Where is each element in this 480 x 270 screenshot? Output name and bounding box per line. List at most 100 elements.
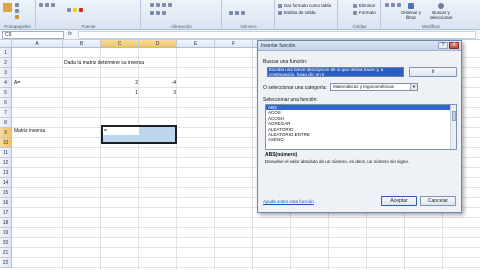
increase-indent-icon[interactable] [156,11,160,15]
help-question-icon[interactable]: ? [438,42,448,49]
table-icon [278,3,282,8]
select-all-corner[interactable] [0,40,12,48]
function-help-link[interactable]: Ayuda sobre esta función [263,199,314,204]
function-list-item[interactable]: ASENO [266,137,456,142]
row-gridline [12,247,480,248]
format-icon [353,10,357,15]
format-painter-button[interactable] [15,15,20,19]
close-icon[interactable]: X [449,42,459,49]
search-function-input[interactable]: Escriba una breve descripción de lo que … [267,67,404,77]
row-header-5[interactable]: 5 [0,88,12,98]
font-buttons [39,3,56,7]
row-header-3[interactable]: 3 [0,68,12,78]
align-right-icon[interactable] [162,3,166,7]
column-header-c[interactable]: C [101,40,139,48]
active-cell[interactable] [103,127,139,135]
chevron-down-icon[interactable]: ▼ [410,84,417,90]
function-list-scrollbar[interactable] [450,105,456,149]
delete-button[interactable]: Eliminar [353,3,375,8]
row-header-19[interactable]: 19 [0,228,12,238]
column-header-d[interactable]: D [139,40,177,48]
format-as-table-button[interactable]: Dar formato como tabla [278,3,331,8]
indent-buttons [150,11,167,15]
fx-icon[interactable]: fx [68,31,72,37]
go-button[interactable]: Ir [409,67,457,77]
row-header-2[interactable]: 2 [0,58,12,68]
clipboard-group-label: Portapapeles [4,24,31,29]
ok-button[interactable]: Aceptar [381,196,417,206]
align-center-icon[interactable] [156,3,160,7]
cell-styles-button[interactable]: Estilos de celda [278,10,316,15]
merge-icon[interactable] [162,11,166,15]
row-header-12[interactable]: 12 [0,158,12,168]
row-header-17[interactable]: 17 [0,208,12,218]
format-button[interactable]: Formato [353,10,376,15]
cell-a4: A= [14,80,21,86]
row-header-14[interactable]: 14 [0,178,12,188]
formula-bar: C9 fx [0,30,480,40]
dialog-titlebar[interactable]: Insertar función ? X [258,41,461,51]
paste-icon [3,3,12,12]
cancel-button[interactable]: Cancelar [420,196,456,206]
column-header-f[interactable]: F [215,40,253,48]
row-header-7[interactable]: 7 [0,108,12,118]
function-description: Devuelve el valor absoluto de un número,… [265,159,410,164]
row-header-18[interactable]: 18 [0,218,12,228]
percent-icon[interactable] [235,11,239,15]
underline-icon[interactable] [51,3,55,7]
dialog-title: Insertar función [261,43,296,49]
italic-icon[interactable] [45,3,49,7]
row-header-4[interactable]: 4 [0,78,12,88]
currency-icon[interactable] [229,11,233,15]
row-header-6[interactable]: 6 [0,98,12,108]
ribbon-group-editing: Ordenar y filtrar Buscar y seleccionar M… [382,0,480,30]
bold-icon[interactable] [39,3,43,7]
copy-button[interactable] [15,9,20,13]
ribbon-group-cells: Eliminar Formato Celdas [339,0,381,30]
sort-filter-icon [408,3,414,9]
copy-icon [15,9,19,13]
scrollbar-thumb[interactable] [452,111,456,121]
format-as-table-label: Dar formato como tabla [284,3,332,8]
row-header-22[interactable]: 22 [0,258,12,268]
row-header-15[interactable]: 15 [0,188,12,198]
alignment-buttons [150,3,173,7]
row-gridline [12,237,480,238]
autosum-icon[interactable] [385,3,389,7]
cell-c9[interactable]: = [104,126,107,136]
column-header-a[interactable]: A [12,40,63,48]
column-header-b[interactable]: B [63,40,101,48]
sort-filter-button[interactable]: Ordenar y filtrar [400,3,422,20]
row-header-1[interactable]: 1 [0,48,12,58]
row-header-10[interactable]: 10 [0,138,12,148]
row-header-16[interactable]: 16 [0,198,12,208]
category-value: Matemáticas y trigonométricas [333,84,395,89]
ribbon-group-number: Número [223,0,275,30]
row-header-11[interactable]: 11 [0,148,12,158]
row-header-13[interactable]: 13 [0,168,12,178]
column-header-e[interactable]: E [177,40,215,48]
comma-icon[interactable] [241,11,245,15]
border-icon[interactable] [67,8,71,12]
paste-button[interactable] [3,3,12,12]
fill-icon[interactable] [391,3,395,7]
row-header-21[interactable]: 21 [0,248,12,258]
name-box[interactable]: C9 [2,31,64,39]
function-list-items: ABS ACOS ACOSH AGREGAR ALEATORIO ALEATORIO.EN… [266,105,456,143]
category-select[interactable]: Matemáticas y trigonométricas ▼ [330,83,418,91]
find-select-button[interactable]: Buscar y seleccionar [426,3,456,20]
search-function-label: Buscar una función: [263,59,308,65]
fill-color-icon[interactable] [73,8,77,12]
align-left-icon[interactable] [150,3,154,7]
wrap-text-icon[interactable] [168,3,172,7]
row-header-9[interactable]: 9 [0,128,12,138]
formula-input[interactable] [78,31,476,39]
cut-button[interactable] [15,3,20,7]
category-label: O seleccionar una categoría: [263,85,327,91]
row-header-20[interactable]: 20 [0,238,12,248]
cell-styles-label: Estilos de celda [284,10,316,15]
font-color-icon[interactable] [79,8,83,12]
decrease-indent-icon[interactable] [150,11,154,15]
function-list[interactable]: ABS ACOS ACOSH AGREGAR ALEATORIO ALEATORIO.EN… [265,104,457,150]
row-header-8[interactable]: 8 [0,118,12,128]
